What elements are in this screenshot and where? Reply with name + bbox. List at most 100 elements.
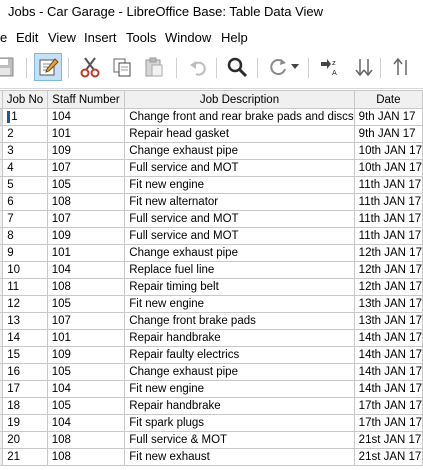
table-row[interactable]: 18 105 Repair handbrake 17th JAN 17	[0, 397, 423, 415]
cell-job-description[interactable]: Repair head gasket	[124, 125, 355, 143]
cell-date[interactable]: 11th JAN 17	[354, 210, 423, 228]
cell-staff-number[interactable]: 108	[47, 278, 126, 296]
cell-staff-number[interactable]: 101	[47, 244, 126, 262]
cell-date[interactable]: 11th JAN 17	[354, 176, 423, 194]
cell-job-no[interactable]: 18	[2, 397, 48, 415]
cell-staff-number[interactable]: 107	[47, 312, 126, 330]
cell-job-description[interactable]: Full service and MOT	[124, 210, 355, 228]
menu-edit[interactable]: Edit	[16, 30, 38, 45]
cell-job-description[interactable]: Fit new exhaust	[124, 448, 355, 466]
cell-job-no[interactable]: 11	[2, 278, 48, 296]
cell-staff-number[interactable]: 109	[47, 346, 126, 364]
table-row[interactable]: 4 107 Full service and MOT 10th JAN 17	[0, 159, 423, 177]
table-row[interactable]: 6 108 Fit new alternator 11th JAN 17	[0, 193, 423, 211]
cell-job-description[interactable]: Fit new alternator	[124, 193, 355, 211]
cell-date[interactable]: 21st JAN 17	[354, 431, 423, 449]
copy-icon[interactable]	[108, 53, 136, 81]
cell-staff-number[interactable]: 107	[47, 210, 126, 228]
table-row[interactable]: 7 107 Full service and MOT 11th JAN 17	[0, 210, 423, 228]
sort-icon[interactable]: zA	[316, 53, 344, 81]
column-header-job-description[interactable]: Job Description	[124, 90, 355, 109]
cell-staff-number[interactable]: 109	[47, 142, 126, 160]
cell-job-description[interactable]: Full service and MOT	[124, 227, 355, 245]
cell-job-description[interactable]: Full service and MOT	[124, 159, 355, 177]
cell-date[interactable]: 10th JAN 17	[354, 159, 423, 177]
table-row[interactable]: 20 108 Full service & MOT 21st JAN 17	[0, 431, 423, 449]
cell-job-description[interactable]: Fit new engine	[124, 176, 355, 194]
cell-job-no[interactable]: 3	[2, 142, 48, 160]
table-row[interactable]: 8 109 Full service and MOT 11th JAN 17	[0, 227, 423, 245]
table-row[interactable]: 16 105 Change exhaust pipe 14th JAN 17	[0, 363, 423, 381]
save-icon[interactable]	[0, 53, 18, 81]
cell-job-description[interactable]: Repair handbrake	[124, 329, 355, 347]
cell-job-description[interactable]: Fit spark plugs	[124, 414, 355, 432]
cell-job-description[interactable]: Replace fuel line	[124, 261, 355, 279]
cell-date[interactable]: 21st JAN 17	[354, 448, 423, 466]
cell-job-no[interactable]: 8	[2, 227, 48, 245]
table-row[interactable]: 15 109 Repair faulty electrics 14th JAN 17	[0, 346, 423, 364]
cell-date[interactable]: 13th JAN 17	[354, 295, 423, 313]
cell-staff-number[interactable]: 105	[47, 295, 126, 313]
cell-date[interactable]: 14th JAN 17	[354, 380, 423, 398]
cell-date[interactable]: 12th JAN 17	[354, 278, 423, 296]
cell-date[interactable]: 9th JAN 17	[354, 125, 423, 143]
cell-job-description[interactable]: Change exhaust pipe	[124, 142, 355, 160]
cell-staff-number[interactable]: 108	[47, 431, 126, 449]
sort-descending-icon[interactable]	[388, 53, 416, 81]
cell-job-description[interactable]: Change front brake pads	[124, 312, 355, 330]
cell-job-no[interactable]: 6	[2, 193, 48, 211]
table-row[interactable]: 21 108 Fit new exhaust 21st JAN 17	[0, 448, 423, 466]
cell-job-description[interactable]: Fit new engine	[124, 295, 355, 313]
cell-staff-number[interactable]: 104	[47, 414, 126, 432]
cell-date[interactable]: 9th JAN 17	[354, 108, 423, 126]
cell-staff-number[interactable]: 101	[47, 329, 126, 347]
cell-date[interactable]: 17th JAN 17	[354, 397, 423, 415]
dropdown-icon[interactable]	[288, 53, 302, 81]
menu-help[interactable]: Help	[221, 30, 248, 45]
cell-staff-number[interactable]: 105	[47, 363, 126, 381]
menu-insert[interactable]: Insert	[84, 30, 117, 45]
cell-date[interactable]: 12th JAN 17	[354, 244, 423, 262]
cell-staff-number[interactable]: 104	[47, 380, 126, 398]
cell-job-no[interactable]: 14	[2, 329, 48, 347]
cell-job-no[interactable]: 5	[2, 176, 48, 194]
menu-tools[interactable]: Tools	[126, 30, 156, 45]
cell-staff-number[interactable]: 108	[47, 193, 126, 211]
cell-job-no[interactable]: 12	[2, 295, 48, 313]
menu-view[interactable]: View	[48, 30, 76, 45]
undo-icon[interactable]	[184, 53, 212, 81]
cell-date[interactable]: 11th JAN 17	[354, 227, 423, 245]
table-row[interactable]: 13 107 Change front brake pads 13th JAN 17	[0, 312, 423, 330]
cell-staff-number[interactable]: 109	[47, 227, 126, 245]
cell-staff-number[interactable]: 107	[47, 159, 126, 177]
edit-icon[interactable]	[34, 53, 62, 81]
cell-date[interactable]: 14th JAN 17	[354, 346, 423, 364]
cell-date[interactable]: 14th JAN 17	[354, 363, 423, 381]
cell-job-description[interactable]: Repair handbrake	[124, 397, 355, 415]
cell-staff-number[interactable]: 105	[47, 176, 126, 194]
table-row[interactable]: 5 105 Fit new engine 11th JAN 17	[0, 176, 423, 194]
cell-job-description[interactable]: Full service & MOT	[124, 431, 355, 449]
table-row[interactable]: 12 105 Fit new engine 13th JAN 17	[0, 295, 423, 313]
cell-date[interactable]: 17th JAN 17	[354, 414, 423, 432]
cell-job-no[interactable]: 9	[2, 244, 48, 262]
menu-window[interactable]: Window	[165, 30, 211, 45]
cell-job-no[interactable]: 4	[2, 159, 48, 177]
column-header-date[interactable]: Date	[354, 90, 423, 109]
cell-job-no[interactable]: 1	[2, 108, 48, 126]
cell-staff-number[interactable]: 101	[47, 125, 126, 143]
table-row[interactable]: 9 101 Change exhaust pipe 12th JAN 17	[0, 244, 423, 262]
table-row[interactable]: 3 109 Change exhaust pipe 10th JAN 17	[0, 142, 423, 160]
cell-date[interactable]: 14th JAN 17	[354, 329, 423, 347]
table-row[interactable]: 10 104 Replace fuel line 12th JAN 17	[0, 261, 423, 279]
cell-staff-number[interactable]: 105	[47, 397, 126, 415]
cell-date[interactable]: 12th JAN 17	[354, 261, 423, 279]
cell-staff-number[interactable]: 108	[47, 448, 126, 466]
cell-job-description[interactable]: Change exhaust pipe	[124, 363, 355, 381]
cut-icon[interactable]	[76, 53, 104, 81]
sort-ascending-icon[interactable]	[350, 53, 378, 81]
cell-date[interactable]: 13th JAN 17	[354, 312, 423, 330]
table-row[interactable]: 17 104 Fit new engine 14th JAN 17	[0, 380, 423, 398]
cell-staff-number[interactable]: 104	[47, 261, 126, 279]
cell-job-no[interactable]: 17	[2, 380, 48, 398]
